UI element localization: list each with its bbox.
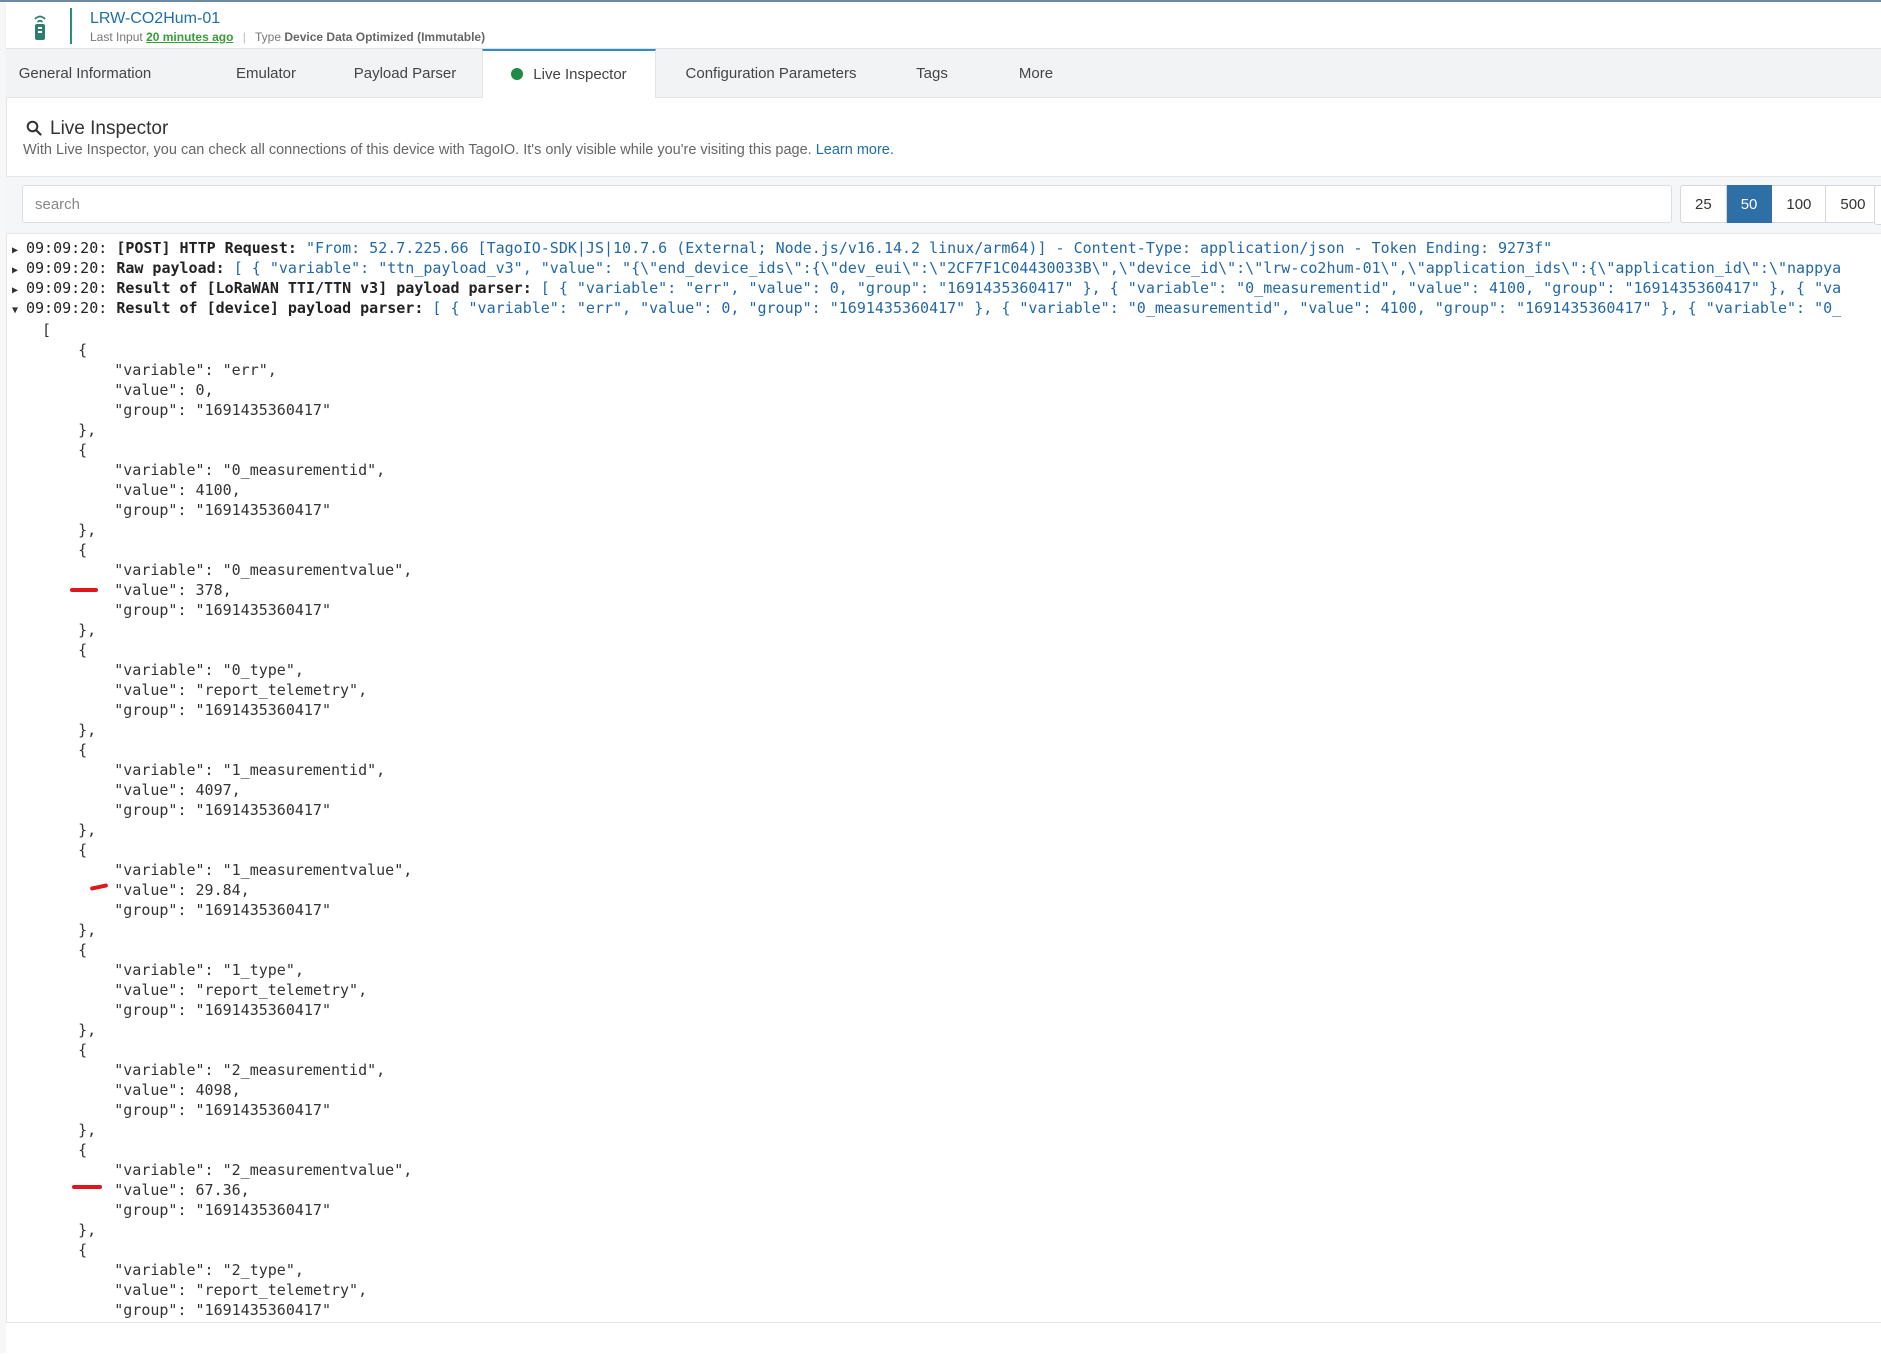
search-toolbar: 25 50 100 500 (6, 176, 1881, 234)
page-size-25-button[interactable]: 25 (1680, 185, 1727, 223)
meta-separator: | (242, 30, 246, 44)
tab-more[interactable]: More (986, 49, 1086, 97)
log-label: Result of [LoRaWAN TTI/TTN v3] payload p… (116, 279, 532, 297)
tab-label: Tags (916, 65, 948, 82)
tab-label: General Information (18, 65, 152, 82)
tab-configuration-parameters[interactable]: Configuration Parameters (666, 49, 876, 97)
log-message: [ { "variable": "err", "value": 0, "grou… (540, 279, 1842, 297)
active-status-dot (511, 68, 524, 80)
log-message: [ { "variable": "ttn_payload_v3", "value… (233, 259, 1842, 277)
log-time: 09:09:20: (26, 299, 108, 317)
tab-bar: General Information Emulator Payload Par… (6, 49, 1881, 98)
page-size-group: 25 50 100 500 (1680, 185, 1881, 223)
tab-live-inspector[interactable]: Live Inspector (482, 49, 656, 98)
tab-general-information[interactable]: General Information (6, 49, 164, 97)
device-header: LRW-CO2Hum-01 Last Input 20 minutes ago … (6, 2, 1881, 49)
live-inspector-title: Live Inspector (26, 118, 168, 140)
device-meta: Last Input 20 minutes ago | Type Device … (90, 30, 485, 44)
page-size-100-button[interactable]: 100 (1772, 185, 1827, 223)
collapse-arrow-icon[interactable]: ▼ (12, 301, 26, 321)
tab-label: Live Inspector (533, 66, 627, 83)
live-inspector-description: With Live Inspector, you can check all c… (23, 142, 894, 158)
last-input-label: Last Input (90, 30, 143, 44)
log-message: "From: 52.7.225.66 [TagoIO-SDK|JS|10.7.6… (305, 239, 1553, 257)
page-size-50-button[interactable]: 50 (1726, 185, 1773, 223)
log-time: 09:09:20: (26, 239, 108, 257)
log-time: 09:09:20: (26, 279, 108, 297)
log-entry[interactable]: ▶ 09:09:20: Raw payload: [ { "variable": … (12, 258, 1841, 278)
tab-label: Payload Parser (353, 65, 457, 82)
tab-label: Configuration Parameters (685, 65, 857, 82)
bottom-bar (6, 1322, 1881, 1354)
description-text: With Live Inspector, you can check all c… (23, 142, 812, 158)
tab-payload-parser[interactable]: Payload Parser (336, 49, 474, 97)
search-icon (26, 120, 42, 136)
log-entry-expanded[interactable]: ▼ 09:09:20: Result of [device] payload pa… (12, 298, 1841, 318)
log-entry[interactable]: ▶ 09:09:20: Result of [LoRaWAN TTI/TTN v3… (12, 278, 1841, 298)
tab-label: More (1018, 65, 1054, 82)
log-label: Raw payload: (116, 259, 225, 277)
search-input[interactable] (22, 185, 1672, 223)
toolbar-extra-button[interactable] (1874, 185, 1881, 225)
title-text: Live Inspector (50, 118, 169, 139)
tab-tags[interactable]: Tags (886, 49, 978, 97)
expanded-json-payload: [ { "variable": "err", "value": 0, "grou… (42, 321, 413, 1319)
log-time: 09:09:20: (26, 259, 108, 277)
live-inspector-log: ▶ 09:09:20: [POST] HTTP Request: "From: 5… (6, 236, 1881, 1322)
log-label: Result of [device] payload parser: (116, 299, 424, 317)
device-name[interactable]: LRW-CO2Hum-01 (90, 10, 220, 28)
page-size-500-button[interactable]: 500 (1826, 185, 1881, 223)
type-value: Device Data Optimized (Immutable) (284, 30, 486, 44)
tab-emulator[interactable]: Emulator (204, 49, 328, 97)
annotation-mark (72, 1185, 102, 1189)
learn-more-link[interactable]: Learn more. (816, 142, 894, 158)
log-label: [POST] HTTP Request: (116, 239, 297, 257)
annotation-mark (70, 588, 98, 592)
log-message: [ { "variable": "err", "value": 0, "grou… (432, 299, 1842, 317)
tab-label: Emulator (235, 65, 297, 82)
device-remote-icon (30, 13, 50, 41)
log-entry[interactable]: ▶ 09:09:20: [POST] HTTP Request: "From: 5… (12, 238, 1552, 258)
header-divider (70, 8, 72, 44)
last-input-value: 20 minutes ago (146, 30, 234, 44)
type-label: Type (255, 30, 282, 44)
